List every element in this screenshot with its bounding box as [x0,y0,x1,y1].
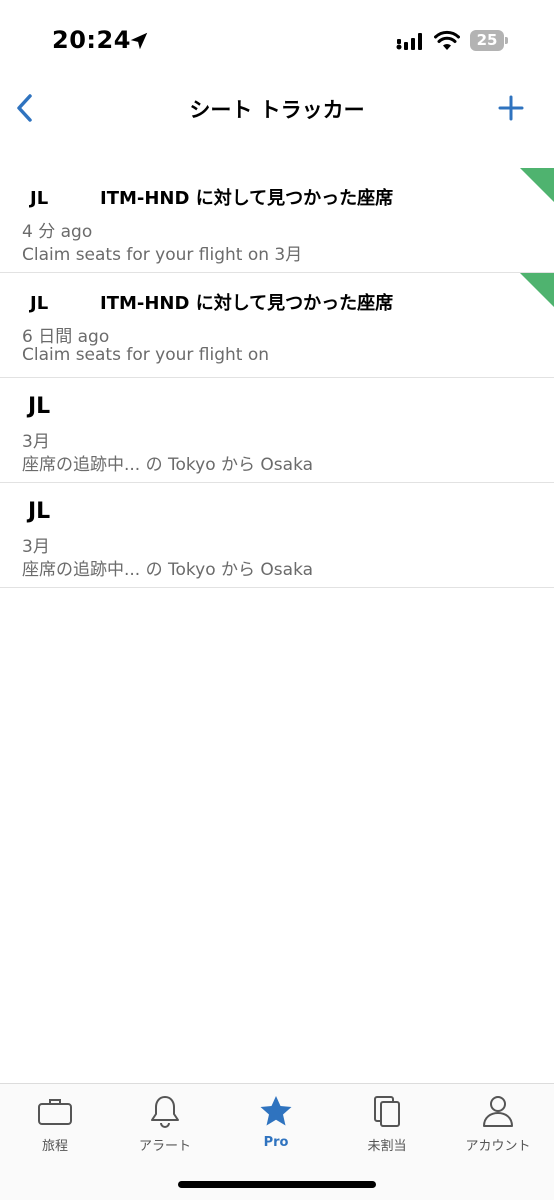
bell-icon [147,1094,183,1128]
route-text: ITM-HND に対して見つかった座席 [100,188,394,209]
add-button[interactable] [494,88,528,128]
route-text: ITM-HND に対して見つかった座席 [100,293,394,314]
status-time: 20:24 [52,26,131,54]
cellular-signal-icon [396,33,422,50]
status-bar: 20:24 25 [0,0,554,80]
row-title: JL ITM-HND に対して見つかった座席 [22,289,393,315]
wifi-icon [434,30,460,50]
row-title: JL ITM-HND に対して見つかった座席 [22,184,393,210]
tab-unassigned[interactable]: 未割当 [332,1084,442,1164]
battery-icon: 25 [470,30,508,51]
tab-pro[interactable]: Pro [221,1084,331,1164]
new-flag-icon [520,273,554,307]
tab-label: 旅程 [41,1139,68,1154]
row-description: 座席の追跡中... の Tokyo から Osaka [22,455,314,475]
tab-itinerary[interactable]: 旅程 [0,1084,110,1164]
row-timestamp: 6 日間 ago [22,327,110,347]
airline-code: JL [28,499,51,524]
row-timestamp: 4 分 ago [22,222,93,242]
airline-code: JL [30,188,49,209]
seat-tracker-list: JL ITM-HND に対して見つかった座席 4 分 ago Claim seat… [0,168,554,588]
tab-account[interactable]: アカウント [443,1084,553,1164]
location-arrow-icon [130,32,148,50]
battery-level: 25 [476,31,498,49]
tab-label: Pro [263,1135,289,1150]
list-item[interactable]: JL 3月 座席の追跡中... の Tokyo から Osaka [0,378,554,483]
home-indicator [178,1181,376,1188]
nav-bar: シート トラッカー [0,80,554,136]
back-button[interactable] [8,88,42,128]
list-item[interactable]: JL ITM-HND に対して見つかった座席 6 日間 ago Claim sea… [0,273,554,378]
row-date: 3月 [22,432,50,452]
chevron-left-icon [17,94,32,122]
new-flag-icon [520,168,554,202]
tab-alerts[interactable]: アラート [110,1084,220,1164]
airline-code: JL [28,394,51,419]
row-description: Claim seats for your flight on 3月 [22,245,303,265]
row-description: Claim seats for your flight on [22,345,270,365]
list-item[interactable]: JL 3月 座席の追跡中... の Tokyo から Osaka [0,483,554,588]
plus-icon [498,95,524,121]
tab-label: 未割当 [367,1139,407,1154]
briefcase-icon [37,1094,73,1128]
tab-label: アカウント [465,1139,531,1154]
person-icon [480,1094,516,1128]
list-item[interactable]: JL ITM-HND に対して見つかった座席 4 分 ago Claim seat… [0,168,554,273]
row-description: 座席の追跡中... の Tokyo から Osaka [22,560,314,580]
tab-label: アラート [138,1139,191,1154]
star-icon [258,1094,294,1128]
page-title: シート トラッカー [189,98,365,122]
airline-code: JL [30,293,49,314]
documents-icon [369,1094,405,1128]
battery-cap [505,37,508,44]
row-date: 3月 [22,537,50,557]
